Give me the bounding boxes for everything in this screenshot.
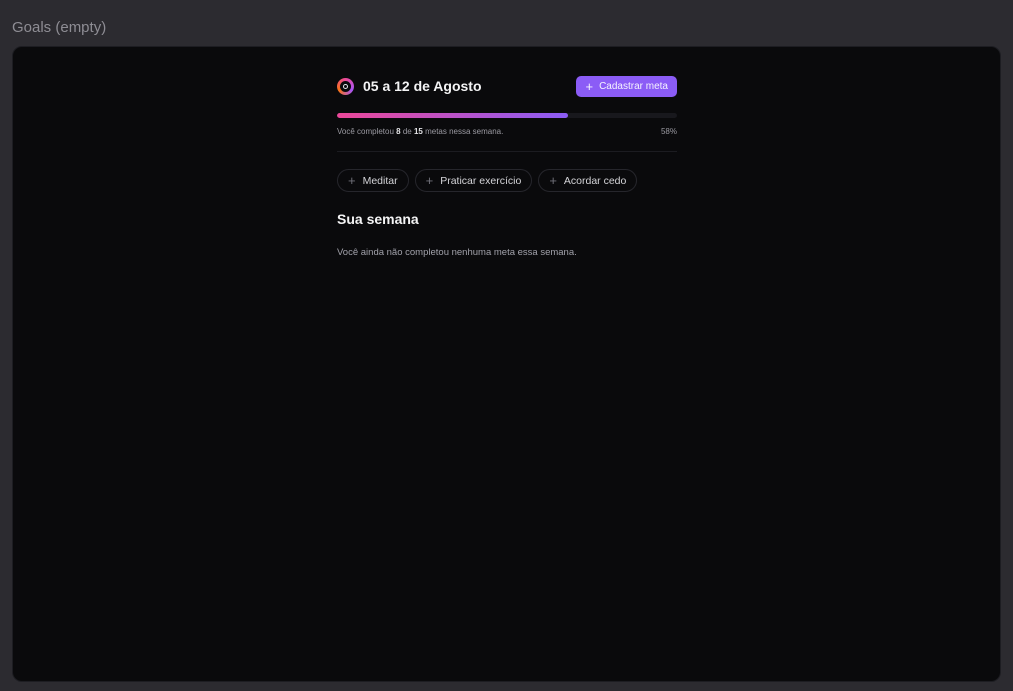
pending-goal-label: Praticar exercício xyxy=(440,174,522,187)
app-panel: 05 a 12 de Agosto + Cadastrar meta Você … xyxy=(12,46,1001,682)
plus-icon: + xyxy=(425,173,434,188)
total-count: 15 xyxy=(413,127,423,136)
pending-goal-label: Meditar xyxy=(362,174,398,187)
add-goal-button-label: Cadastrar meta xyxy=(599,80,668,92)
empty-week-message: Você ainda não completou nenhuma meta es… xyxy=(337,247,577,258)
progress-fill xyxy=(337,113,569,118)
divider xyxy=(337,151,677,152)
pending-goal-chip[interactable]: + Praticar exercício xyxy=(414,169,533,192)
header-left: 05 a 12 de Agosto xyxy=(337,77,482,95)
summary-content: 05 a 12 de Agosto + Cadastrar meta Você … xyxy=(337,75,677,258)
pending-goal-label: Acordar cedo xyxy=(563,174,627,187)
plus-icon: + xyxy=(585,78,594,94)
pending-goals: + Meditar + Praticar exercício + Acordar… xyxy=(337,169,677,192)
frame-label: Goals (empty) xyxy=(12,19,107,36)
progress-percent: 58% xyxy=(660,127,677,136)
add-goal-button[interactable]: + Cadastrar meta xyxy=(576,75,677,97)
progress-bar xyxy=(337,113,677,118)
summary-header: 05 a 12 de Agosto + Cadastrar meta xyxy=(337,75,677,97)
pending-goal-chip[interactable]: + Acordar cedo xyxy=(538,169,638,192)
week-section-title: Sua semana xyxy=(337,211,419,227)
logo-icon xyxy=(337,77,354,95)
week-range-title: 05 a 12 de Agosto xyxy=(363,78,482,94)
progress-info: Você completou 8 de 15 metas nessa seman… xyxy=(337,127,677,136)
plus-icon: + xyxy=(348,173,356,188)
plus-icon: + xyxy=(549,173,557,188)
progress-text: Você completou 8 de 15 metas nessa seman… xyxy=(337,127,504,136)
pending-goal-chip[interactable]: + Meditar xyxy=(337,169,409,192)
